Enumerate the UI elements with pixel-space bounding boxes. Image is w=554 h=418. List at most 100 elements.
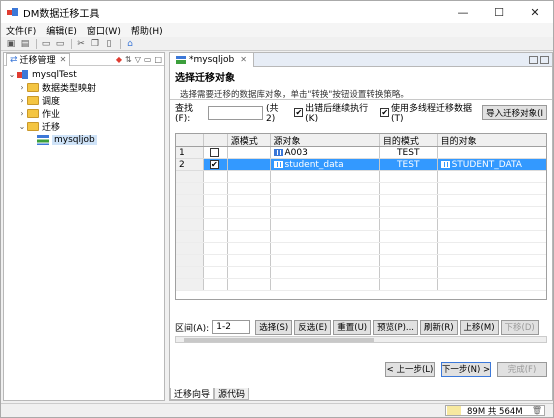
menu-help[interactable]: 帮助(H) [126,24,168,37]
expanded-chevron-icon[interactable]: ⌄ [7,70,17,79]
reset-button[interactable]: 重置(U) [333,319,372,335]
multithread-checkbox[interactable]: ✔ [380,108,390,117]
window-controls: — ☐ ✕ [445,1,553,23]
main-toolbar: ▣ ▤ ▭ ▭ ✂ ❐ ▯ ⌂ [1,37,553,51]
move-up-button[interactable]: 上移(M) [459,319,499,335]
maximize-panel-icon[interactable]: □ [154,55,162,64]
connect-icon[interactable]: ◆ [116,55,122,64]
wizard-navigation: < 上一步(L) 下一步(N) > 完成(F) [175,361,547,377]
source-object-name: student_data [284,159,344,170]
range-bar: 区间(A): 1-2 选择(S) 反选(E) 重置(U) 预览(P)... 刷新… [175,319,547,335]
wizard-title: 选择迁移对象 [175,73,235,84]
window-title: DM数据迁移工具 [23,8,100,20]
folder-icon [27,96,39,105]
minimize-button[interactable]: — [445,1,481,23]
cut-icon[interactable]: ✂ [75,38,87,49]
preview-button[interactable]: 预览(P)... [373,319,418,335]
close-tab-icon[interactable]: ✕ [60,55,67,64]
move-down-button[interactable]: 下移(D) [500,319,539,335]
target-object-cell[interactable] [438,147,546,158]
find-label: 查找(F): [175,104,194,124]
garbage-collect-icon[interactable]: 🗑 [532,406,542,415]
editor-tools [527,55,552,64]
previous-button[interactable]: < 上一步(L) [385,361,435,377]
next-button[interactable]: 下一步(N) > [441,361,491,377]
row-checkbox[interactable] [209,148,219,157]
object-count: (共 2) [266,104,279,124]
invert-selection-button[interactable]: 反选(E) [294,319,332,335]
objects-grid: 源模式 源对象 目的模式 目的对象 1 A003 TEST 2 ✔ studen… [175,133,547,300]
source-object-name: A003 [284,147,308,158]
continue-on-error-checkbox[interactable]: ✔ [294,108,304,117]
range-label: 区间(A): [175,323,210,334]
expanded-chevron-icon[interactable]: ⌄ [17,122,27,131]
header-select [204,134,228,146]
horizontal-scrollbar[interactable] [175,336,547,343]
header-target-object[interactable]: 目的对象 [438,134,546,147]
tree-item-migration[interactable]: ⌄ 迁移 [4,120,164,133]
copy-icon[interactable]: ❐ [89,38,101,49]
target-object-cell[interactable]: STUDENT_DATA [438,159,546,170]
panel-tools: ◆ ⇅ ▽ ▭ □ [113,55,164,64]
tree-item-mysqljob[interactable]: mysqljob [4,133,164,146]
tab-mysqljob[interactable]: *mysqljob ✕ [170,52,254,67]
save-all-icon[interactable]: ▤ [19,38,31,49]
menu-edit[interactable]: 编辑(E) [41,24,82,37]
toolbar-separator [36,38,37,49]
refresh-button[interactable]: 刷新(R) [420,319,458,335]
finish-button[interactable]: 完成(F) [497,361,547,377]
menu-icon[interactable]: ▽ [135,55,141,64]
target-schema-cell[interactable]: TEST [380,159,438,170]
toolbar-separator [120,38,121,49]
table-row[interactable]: 1 A003 TEST [176,147,546,159]
find-input[interactable] [208,105,264,120]
range-input[interactable]: 1-2 [212,320,251,334]
home-icon[interactable]: ⌂ [124,38,136,49]
row-number: 1 [176,147,204,158]
target-schema-cell[interactable]: TEST [380,147,438,158]
paste-icon[interactable]: ▯ [103,38,115,49]
tree-item-label: 数据类型映射 [42,84,97,94]
close-button[interactable]: ✕ [517,1,553,23]
job-editor-panel: *mysqljob ✕ 选择迁移对象 选择需要迁移的数据库对象，单击"转换"按钮… [169,52,553,401]
close-tab-icon[interactable]: ✕ [240,55,247,64]
grid-header: 源模式 源对象 目的模式 目的对象 [176,134,546,147]
select-button[interactable]: 选择(S) [255,319,293,335]
collapsed-chevron-icon[interactable]: › [17,83,27,92]
migration-tree: ⌄ mysqlTest › 数据类型映射 › 调度 › 作业 ⌄ 迁移 mysq… [4,66,164,146]
menu-file[interactable]: 文件(F) [1,24,41,37]
import-icon[interactable]: ▭ [40,38,52,49]
tab-migration-manager[interactable]: ⇄ 迁移管理 ✕ [6,52,71,66]
status-bar: 89M 共 564M 🗑 [1,403,553,417]
collapsed-chevron-icon[interactable]: › [17,109,27,118]
import-objects-button[interactable]: 导入迁移对象(I [482,105,547,120]
collapsed-chevron-icon[interactable]: › [17,96,27,105]
header-source-schema[interactable]: 源模式 [228,134,271,146]
tree-item-jobs[interactable]: › 作业 [4,107,164,120]
maximize-editor-icon[interactable] [540,55,549,64]
tree-item-label: mysqljob [52,134,97,145]
export-icon[interactable]: ▭ [54,38,66,49]
app-logo-icon [7,7,18,18]
tree-item-type-mapping[interactable]: › 数据类型映射 [4,81,164,94]
tree-item-schedule[interactable]: › 调度 [4,94,164,107]
source-object-cell[interactable]: A003 [271,147,380,158]
menu-window[interactable]: 窗口(W) [82,24,126,37]
tab-source-code[interactable]: 源代码 [214,388,250,400]
continue-on-error-label: 出错后继续执行(K) [305,104,369,124]
header-target-schema[interactable]: 目的模式 [380,134,438,146]
toolbar-separator [71,38,72,49]
scrollbar-thumb[interactable] [184,338,374,342]
tab-migration-wizard[interactable]: 迁移向导 [170,388,215,400]
minimize-panel-icon[interactable]: ▭ [144,55,152,64]
collapse-icon[interactable]: ⇅ [125,55,132,64]
tree-item-mysqltest[interactable]: ⌄ mysqlTest [4,68,164,81]
source-object-cell[interactable]: student_data [271,159,380,170]
maximize-button[interactable]: ☐ [481,1,517,23]
table-row[interactable]: 2 ✔ student_data TEST STUDENT_DATA [176,159,546,171]
minimize-editor-icon[interactable] [529,55,538,64]
row-checkbox[interactable]: ✔ [209,160,219,169]
save-icon[interactable]: ▣ [5,38,17,49]
tree-item-label: 调度 [42,97,61,107]
header-source-object[interactable]: 源对象 [271,134,380,146]
